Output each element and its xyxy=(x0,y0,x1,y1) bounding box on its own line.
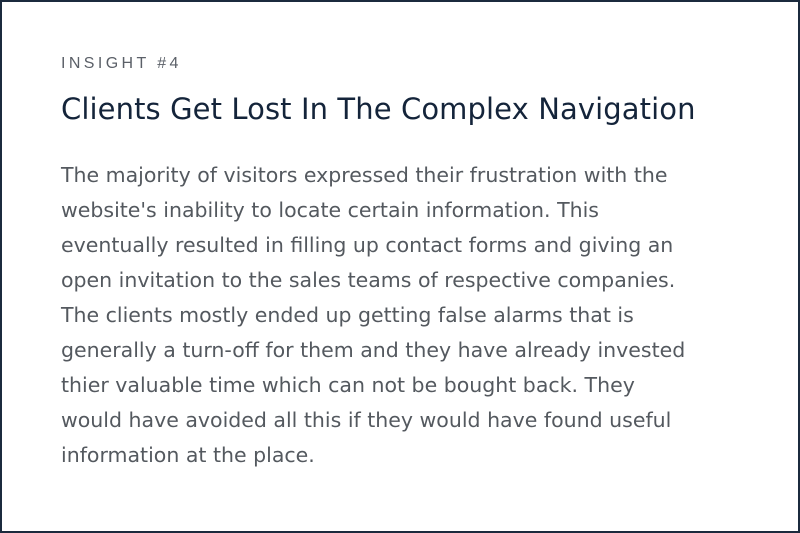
insight-label: INSIGHT #4 xyxy=(61,55,182,72)
description-line: eventually resulted in filling up contac… xyxy=(61,233,674,257)
description-line: thier valuable time which can not be bou… xyxy=(61,373,635,397)
insight-card: INSIGHT #4 Clients Get Lost In The Compl… xyxy=(0,0,800,533)
description-line: information at the place. xyxy=(61,443,315,467)
description-line: website's inability to locate certain in… xyxy=(61,198,599,222)
description-line: The majority of visitors expressed their… xyxy=(61,163,668,187)
description-line: open invitation to the sales teams of re… xyxy=(61,268,676,292)
insight-description: The majority of visitors expressed their… xyxy=(61,158,751,473)
description-line: generally a turn-off for them and they h… xyxy=(61,338,686,362)
insight-title: Clients Get Lost In The Complex Navigati… xyxy=(61,92,696,126)
description-line: would have avoided all this if they woul… xyxy=(61,408,672,432)
description-line: The clients mostly ended up getting fals… xyxy=(61,303,634,327)
